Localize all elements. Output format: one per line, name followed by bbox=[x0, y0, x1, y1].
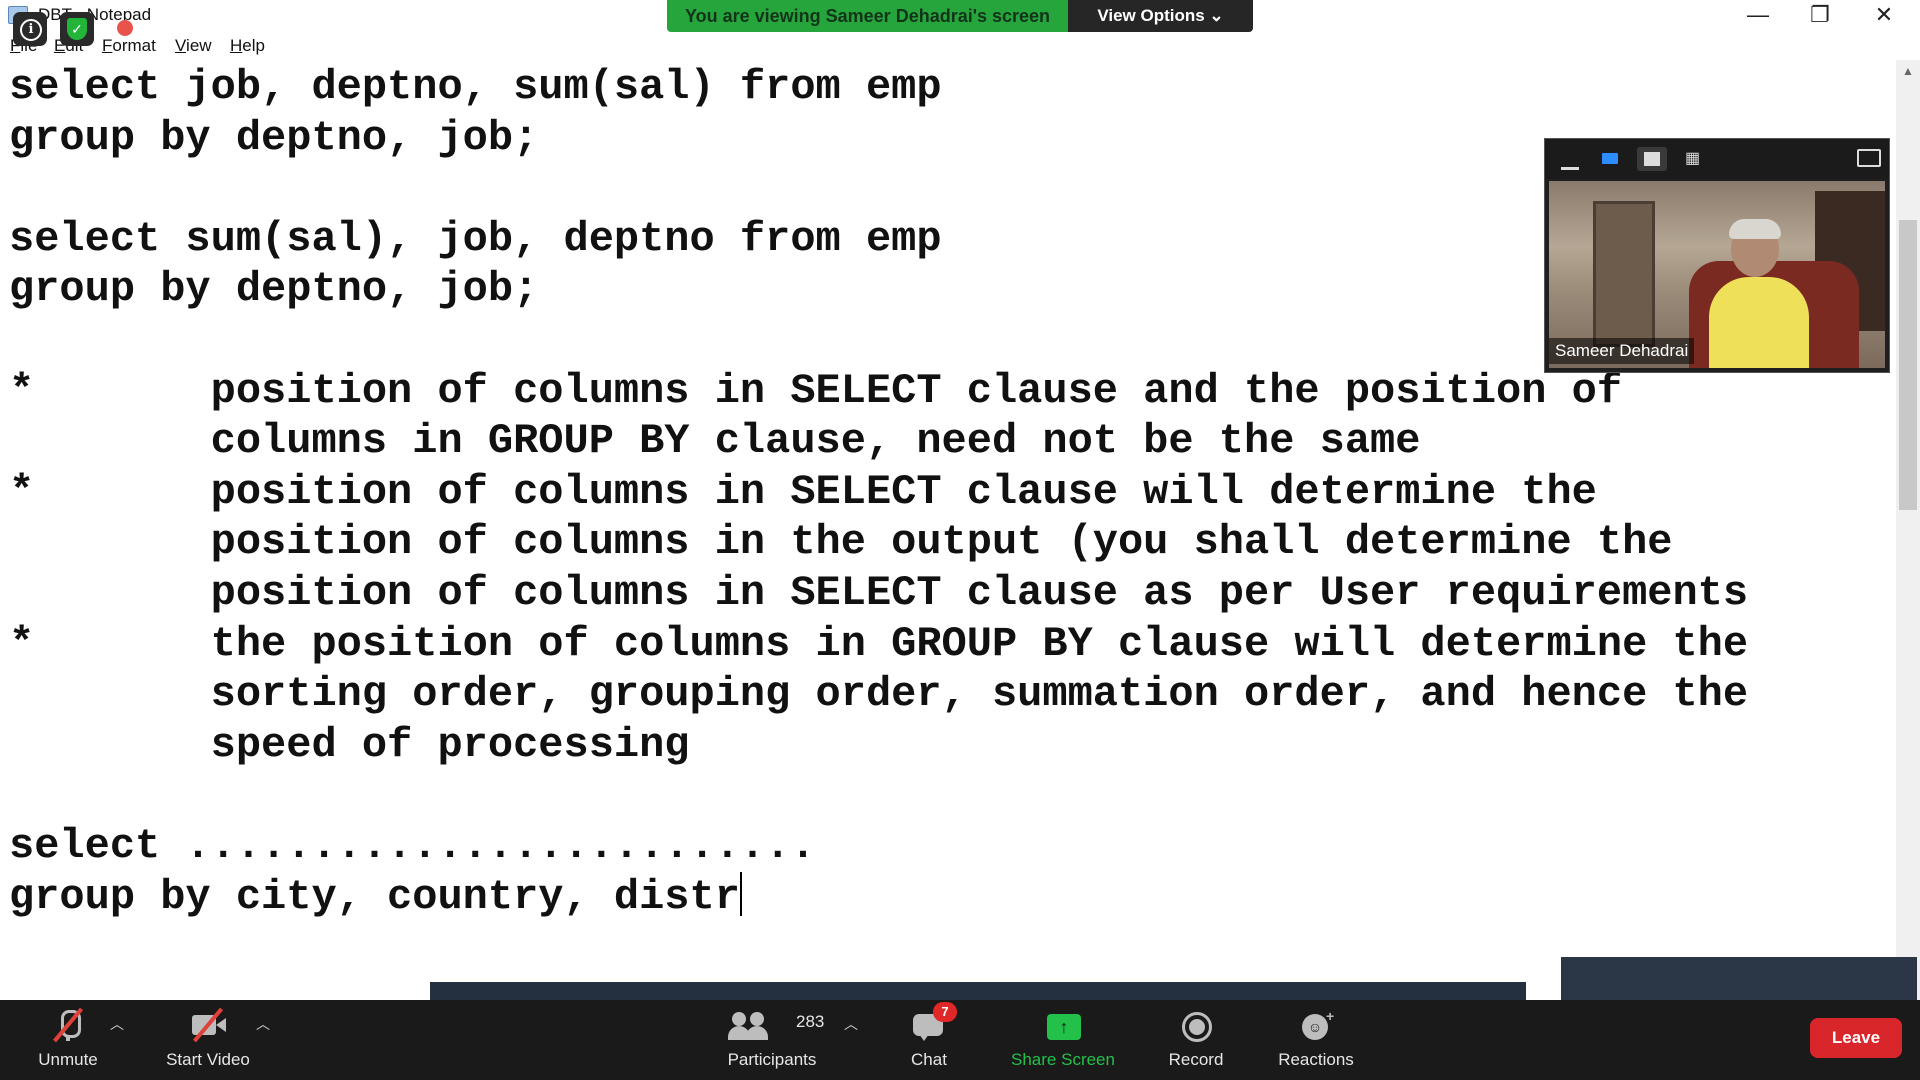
recording-indicator-icon bbox=[117, 20, 133, 36]
info-icon: i bbox=[20, 19, 42, 41]
notepad-title: DBT - Notepad bbox=[38, 5, 152, 24]
start-video-label: Start Video bbox=[166, 1050, 250, 1069]
video-tile-toolbar: ▦ bbox=[1545, 139, 1889, 179]
strip-view-icon bbox=[1644, 152, 1660, 166]
menu-help[interactable]: Help bbox=[230, 36, 265, 56]
speaker-view-button[interactable] bbox=[1595, 147, 1625, 171]
view-options-button[interactable]: View Options ⌄ bbox=[1068, 0, 1253, 32]
speaker-view-icon bbox=[1602, 153, 1618, 164]
participants-button[interactable]: 283 Participants bbox=[712, 1000, 832, 1080]
background-strip bbox=[430, 982, 1526, 1000]
scroll-up-icon[interactable]: ▲ bbox=[1902, 64, 1914, 78]
chat-label: Chat bbox=[911, 1050, 947, 1069]
participants-count: 283 bbox=[796, 1012, 825, 1031]
scrollbar-thumb[interactable] bbox=[1899, 220, 1917, 510]
microphone-muted-icon bbox=[50, 1007, 86, 1043]
meeting-toolbar: Unmute ︿ Start Video ︿ 283 Participants … bbox=[0, 1000, 1920, 1080]
camera-off-icon bbox=[190, 1007, 226, 1043]
figure-body bbox=[1709, 277, 1809, 368]
start-video-button[interactable]: Start Video bbox=[148, 1000, 268, 1080]
menu-format[interactable]: Format bbox=[102, 36, 156, 56]
menu-view[interactable]: View bbox=[175, 36, 212, 56]
video-bg-door bbox=[1593, 201, 1655, 347]
record-button[interactable]: Record bbox=[1146, 1000, 1246, 1080]
background-strip-right bbox=[1561, 957, 1917, 1000]
share-screen-icon: ↑ bbox=[1045, 1008, 1081, 1042]
minimize-video-button[interactable] bbox=[1553, 147, 1583, 171]
participants-caret-icon[interactable]: ︿ bbox=[844, 1014, 858, 1034]
minimize-icon bbox=[1561, 167, 1579, 170]
vertical-scrollbar[interactable]: ▲ bbox=[1896, 60, 1920, 1000]
unmute-button[interactable]: Unmute bbox=[18, 1000, 118, 1080]
reactions-icon: ☺ + bbox=[1298, 1008, 1334, 1042]
record-icon bbox=[1178, 1008, 1214, 1042]
leave-button[interactable]: Leave bbox=[1810, 1018, 1902, 1058]
share-screen-label: Share Screen bbox=[1011, 1050, 1115, 1069]
shield-check-icon: ✓ bbox=[67, 18, 87, 40]
participants-label: Participants bbox=[727, 1050, 817, 1069]
record-label: Record bbox=[1168, 1050, 1224, 1069]
reactions-button[interactable]: ☺ + Reactions bbox=[1266, 1000, 1366, 1080]
security-button[interactable]: ✓ bbox=[60, 12, 94, 46]
participant-name: Sameer Dehadrai bbox=[1549, 338, 1695, 364]
viewing-label: You are viewing Sameer Dehadrai's screen bbox=[667, 0, 1068, 32]
participants-icon bbox=[728, 1008, 768, 1042]
reactions-label: Reactions bbox=[1278, 1050, 1354, 1069]
meeting-info-button[interactable]: i bbox=[13, 12, 47, 46]
video-tile[interactable]: ▦ Sameer Dehadrai bbox=[1544, 138, 1890, 373]
notepad-menubar: File Edit Format View Help bbox=[0, 32, 1920, 60]
close-button[interactable]: ✕ bbox=[1856, 2, 1912, 28]
unmute-label: Unmute bbox=[38, 1050, 98, 1069]
chat-button[interactable]: 7 Chat bbox=[889, 1000, 969, 1080]
chat-badge: 7 bbox=[933, 1002, 957, 1022]
minimize-button[interactable]: — bbox=[1730, 2, 1786, 28]
audio-options-caret-icon[interactable]: ︿ bbox=[110, 1014, 124, 1034]
video-options-caret-icon[interactable]: ︿ bbox=[256, 1014, 270, 1034]
figure-hair bbox=[1729, 219, 1781, 239]
screen-share-banner: You are viewing Sameer Dehadrai's screen… bbox=[667, 0, 1253, 32]
grid-icon: ▦ bbox=[1685, 150, 1701, 167]
gallery-view-button[interactable]: ▦ bbox=[1679, 147, 1709, 171]
text-caret bbox=[739, 871, 742, 916]
restore-button[interactable]: ❐ bbox=[1792, 2, 1848, 28]
strip-view-button[interactable] bbox=[1637, 147, 1667, 171]
exit-minimized-icon[interactable] bbox=[1857, 149, 1881, 167]
chat-icon: 7 bbox=[911, 1002, 957, 1042]
share-screen-button[interactable]: ↑ Share Screen bbox=[998, 1000, 1128, 1080]
participant-figure bbox=[1709, 219, 1809, 368]
